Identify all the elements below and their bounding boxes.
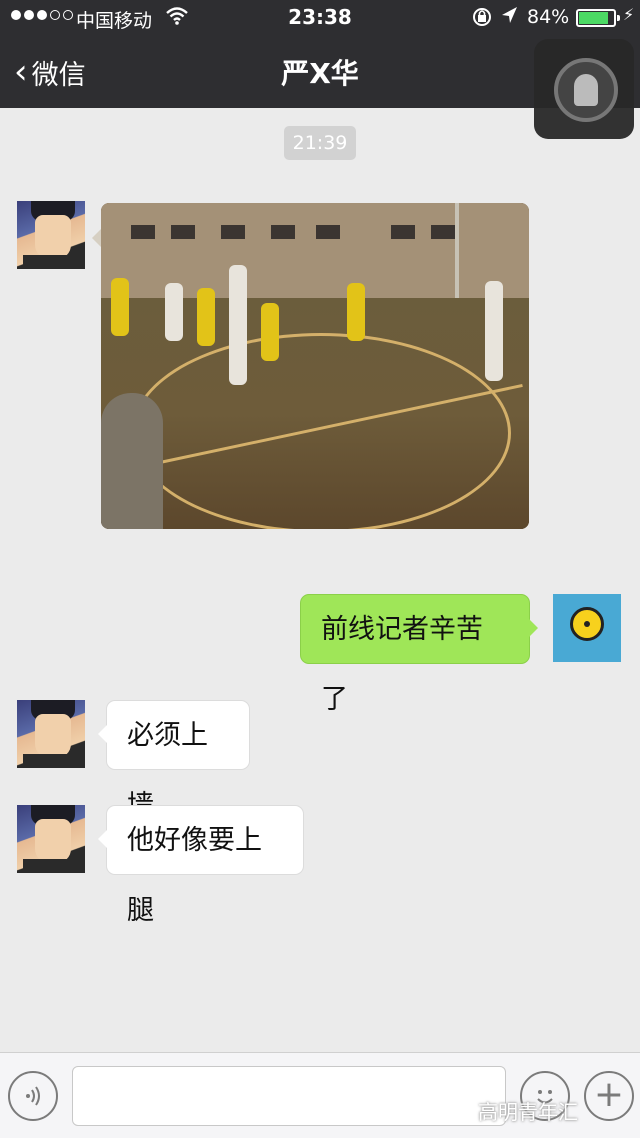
plus-icon[interactable]: +	[584, 1071, 634, 1121]
input-bar: +	[0, 1052, 640, 1138]
avatar[interactable]	[17, 201, 85, 269]
charging-bolt-icon: ⚡	[623, 5, 635, 24]
avatar[interactable]	[17, 805, 85, 873]
bell-icon	[570, 607, 604, 641]
bubble-tail	[92, 229, 101, 247]
avatar[interactable]	[17, 700, 85, 768]
battery-percent: 84%	[527, 6, 570, 28]
photo-spectator	[101, 393, 163, 529]
received-message-bubble[interactable]: 他好像要上腿	[98, 805, 304, 926]
voice-icon[interactable]	[8, 1071, 58, 1121]
sent-message-bubble[interactable]: 前线记者辛苦了	[300, 594, 538, 715]
message-timestamp: 21:39	[284, 126, 356, 160]
location-arrow-icon	[500, 5, 518, 32]
contact-placeholder-icon	[554, 58, 618, 122]
message-input[interactable]	[72, 1066, 506, 1126]
battery-icon	[576, 9, 620, 27]
image-message[interactable]	[101, 203, 529, 529]
received-message-bubble[interactable]: 必须上墙	[98, 700, 250, 821]
watermark: 高明青年汇	[478, 1100, 578, 1124]
status-bar: 中国移动 23:38 84% ⚡	[0, 0, 640, 36]
floating-window-button[interactable]	[534, 39, 634, 139]
nav-bar: ‹ 微信 严X华	[0, 36, 640, 139]
orientation-lock-icon	[472, 6, 492, 33]
avatar[interactable]	[553, 594, 621, 662]
